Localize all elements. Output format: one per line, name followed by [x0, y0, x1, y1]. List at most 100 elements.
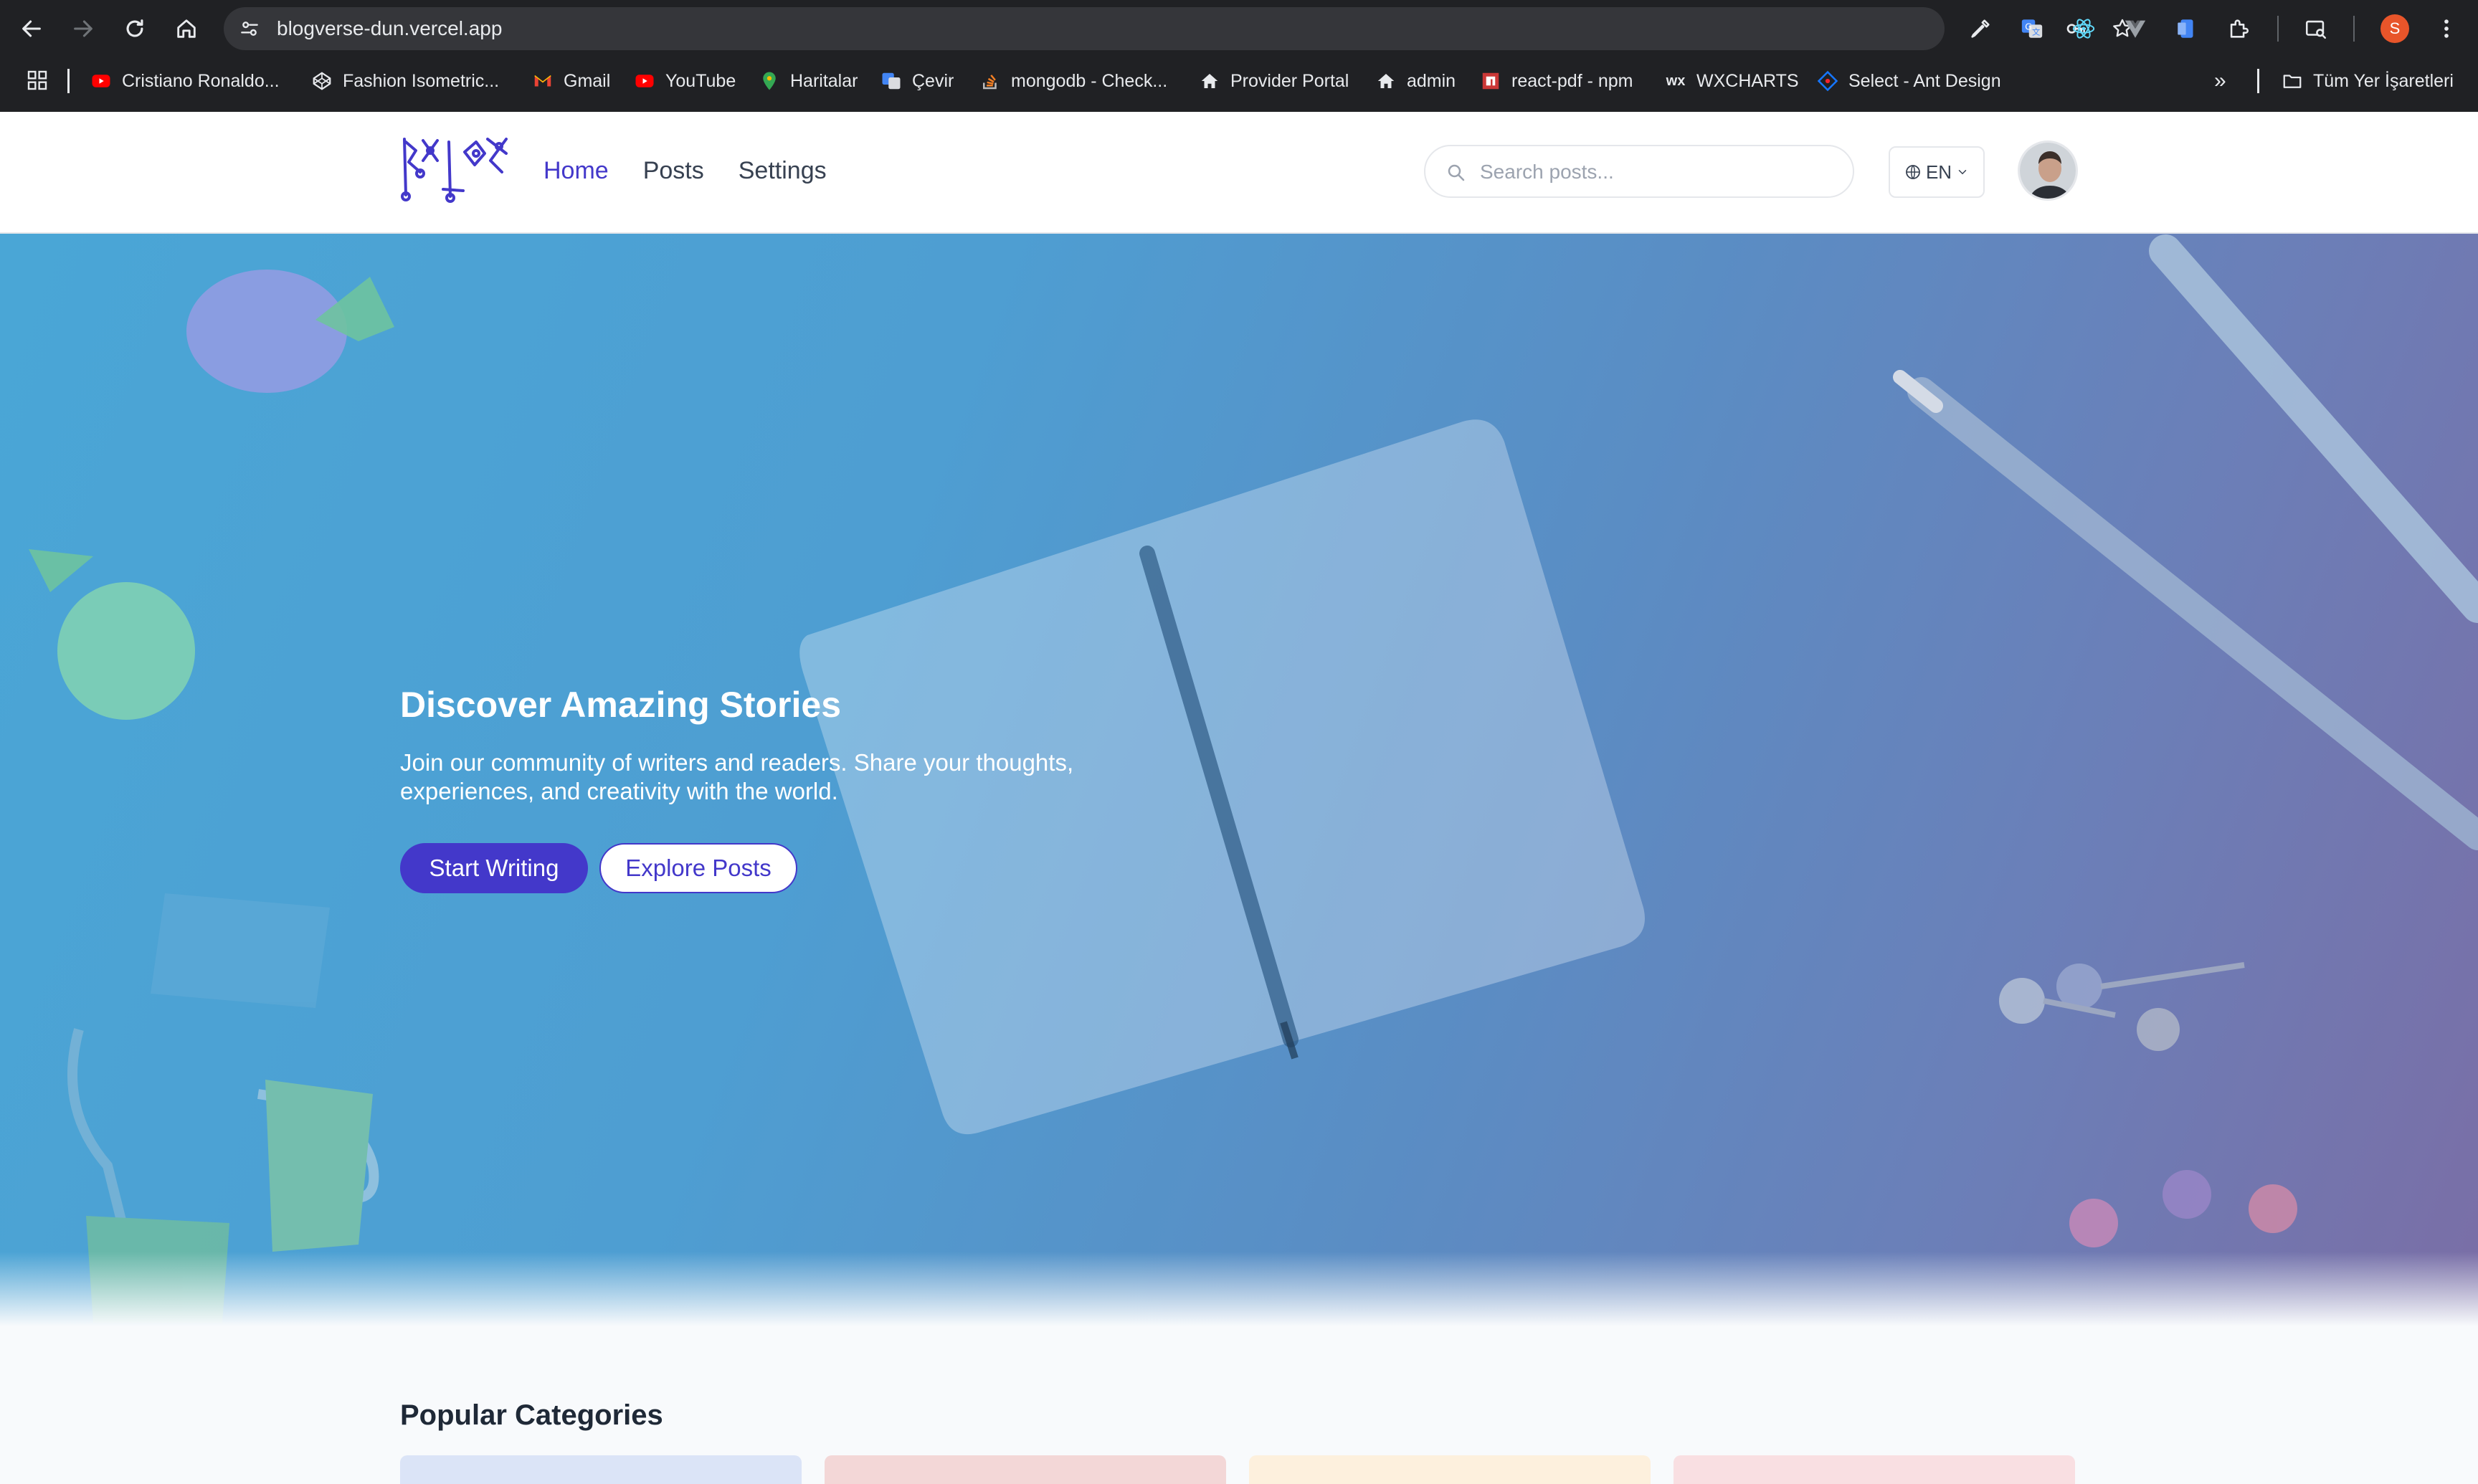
- translate-icon: [880, 70, 902, 92]
- svg-text:文: 文: [2032, 27, 2040, 37]
- arrow-right-icon: [74, 20, 92, 37]
- bookmark-item[interactable]: Çevir: [880, 63, 954, 99]
- folder-icon: [2282, 70, 2303, 92]
- globe-icon: [1906, 165, 1920, 179]
- bookmarks-divider: [67, 69, 70, 93]
- apps-grid-icon[interactable]: [26, 69, 49, 92]
- toolbar-divider: [2353, 16, 2355, 42]
- bookmarks-divider: [2257, 69, 2259, 93]
- maps-icon: [759, 70, 780, 92]
- all-bookmarks-label: Tüm Yer İşaretleri: [2313, 70, 2454, 91]
- bookmark-item[interactable]: YouTube: [634, 63, 736, 99]
- arrow-left-icon: [22, 20, 41, 37]
- search-icon: [1448, 164, 1465, 181]
- forward-button[interactable]: [67, 13, 99, 44]
- bookmark-item[interactable]: Gmail: [532, 63, 610, 99]
- home-icon: [1375, 70, 1397, 92]
- bookmarks-overflow-button[interactable]: »: [2214, 63, 2226, 99]
- url-text[interactable]: blogverse-dun.vercel.app: [277, 17, 502, 40]
- bookmark-item[interactable]: react-pdf - npm: [1480, 63, 1633, 99]
- reload-icon: [126, 19, 143, 37]
- popular-categories-heading: Popular Categories: [400, 1399, 663, 1431]
- youtube-icon: [90, 70, 112, 92]
- svg-text:G: G: [2025, 22, 2032, 32]
- search-box[interactable]: [1424, 145, 1854, 198]
- nav-posts-link[interactable]: Posts: [643, 155, 704, 186]
- explore-posts-button[interactable]: Explore Posts: [599, 843, 797, 893]
- home-icon: [177, 19, 196, 38]
- category-card[interactable]: [1249, 1455, 1651, 1484]
- home-icon: [1199, 70, 1220, 92]
- bookmark-item[interactable]: Haritalar: [759, 63, 858, 99]
- bookmark-label: Gmail: [564, 70, 611, 91]
- bookmark-item[interactable]: Provider Portal: [1199, 63, 1349, 99]
- category-card[interactable]: [400, 1455, 802, 1484]
- hero-title: Discover Amazing Stories: [400, 685, 842, 725]
- category-card[interactable]: [1674, 1455, 2075, 1484]
- bookmark-label: Cristiano Ronaldo...: [122, 70, 280, 91]
- bookmark-label: Provider Portal: [1230, 70, 1349, 91]
- nav-settings-link[interactable]: Settings: [739, 155, 827, 186]
- bookmark-label: react-pdf - npm: [1511, 70, 1633, 91]
- document-icon: [2178, 19, 2193, 38]
- home-button[interactable]: [171, 13, 202, 44]
- main-nav: Home Posts Settings: [543, 155, 827, 186]
- codepen-icon: [311, 70, 333, 92]
- more-vertical-icon: [2444, 19, 2449, 38]
- profile-avatar-button[interactable]: S: [2380, 14, 2409, 43]
- start-writing-button[interactable]: Start Writing: [400, 843, 588, 893]
- bookmark-label: Haritalar: [790, 70, 858, 91]
- bookmark-label: Fashion Isometric...: [343, 70, 500, 91]
- bookmark-item[interactable]: admin: [1375, 63, 1456, 99]
- bookmark-label: Çevir: [912, 70, 954, 91]
- chevron-down-icon: [1958, 170, 1967, 175]
- search-input[interactable]: [1480, 156, 1838, 188]
- tab-search-icon: [2305, 20, 2327, 39]
- back-button[interactable]: [16, 13, 47, 44]
- eyedropper-extension[interactable]: [1966, 14, 1995, 43]
- vue-icon: [2125, 20, 2146, 38]
- browser-chrome: blogverse-dun.vercel.app G文 S Cristiano …: [0, 0, 2478, 112]
- bookmark-item[interactable]: mongodb - Check...: [979, 63, 1167, 99]
- translate-extension[interactable]: G文: [2018, 14, 2046, 43]
- user-avatar[interactable]: [2018, 141, 2078, 201]
- language-select[interactable]: EN: [1889, 146, 1985, 198]
- nav-home-link[interactable]: Home: [543, 155, 609, 186]
- chevron-double-right-icon: »: [2214, 69, 2226, 92]
- user-photo: [2020, 143, 2076, 199]
- browser-toolbar: blogverse-dun.vercel.app G文 S: [0, 0, 2478, 57]
- browser-menu-button[interactable]: [2432, 14, 2461, 43]
- blogverse-logo[interactable]: [399, 132, 511, 204]
- stackoverflow-icon: [979, 70, 1001, 92]
- tab-search-button[interactable]: [2302, 14, 2330, 43]
- all-bookmarks-folder[interactable]: Tüm Yer İşaretleri: [2282, 63, 2454, 99]
- bookmark-item[interactable]: Cristiano Ronaldo...: [90, 63, 280, 99]
- react-icon: [2072, 19, 2095, 39]
- category-card[interactable]: [825, 1455, 1226, 1484]
- vue-devtools-extension[interactable]: [2121, 14, 2150, 43]
- npm-icon: [1480, 70, 1501, 92]
- extensions-button[interactable]: [2224, 14, 2253, 43]
- site-header: Home Posts Settings EN: [0, 112, 2478, 234]
- reload-button[interactable]: [119, 13, 151, 44]
- eyedropper-icon: [1971, 19, 1990, 38]
- docs-extension[interactable]: [2173, 14, 2201, 43]
- bookmark-label: Select - Ant Design: [1848, 70, 2001, 91]
- bookmark-label: YouTube: [665, 70, 736, 91]
- bookmark-label: admin: [1407, 70, 1456, 91]
- youtube-icon: [634, 70, 655, 92]
- bookmark-item[interactable]: wx WXCHARTS: [1665, 63, 1799, 99]
- bookmark-item[interactable]: Fashion Isometric...: [311, 63, 499, 99]
- bookmark-label: mongodb - Check...: [1011, 70, 1168, 91]
- hero-subtitle: Join our community of writers and reader…: [400, 749, 1074, 804]
- react-devtools-extension[interactable]: [2069, 14, 2098, 43]
- hero-background-illustration: [29, 234, 2478, 1323]
- hero-section: Discover Amazing Stories Join our commun…: [0, 234, 2478, 1326]
- site-settings-icon[interactable]: [238, 17, 261, 40]
- hero-bottom-fade: [0, 1252, 2478, 1326]
- antdesign-icon: [1817, 70, 1838, 92]
- wx-icon: wx: [1666, 72, 1686, 89]
- google-translate-icon: G文: [2021, 19, 2043, 38]
- address-bar[interactable]: blogverse-dun.vercel.app: [224, 7, 2132, 50]
- bookmark-item[interactable]: Select - Ant Design: [1817, 63, 2001, 99]
